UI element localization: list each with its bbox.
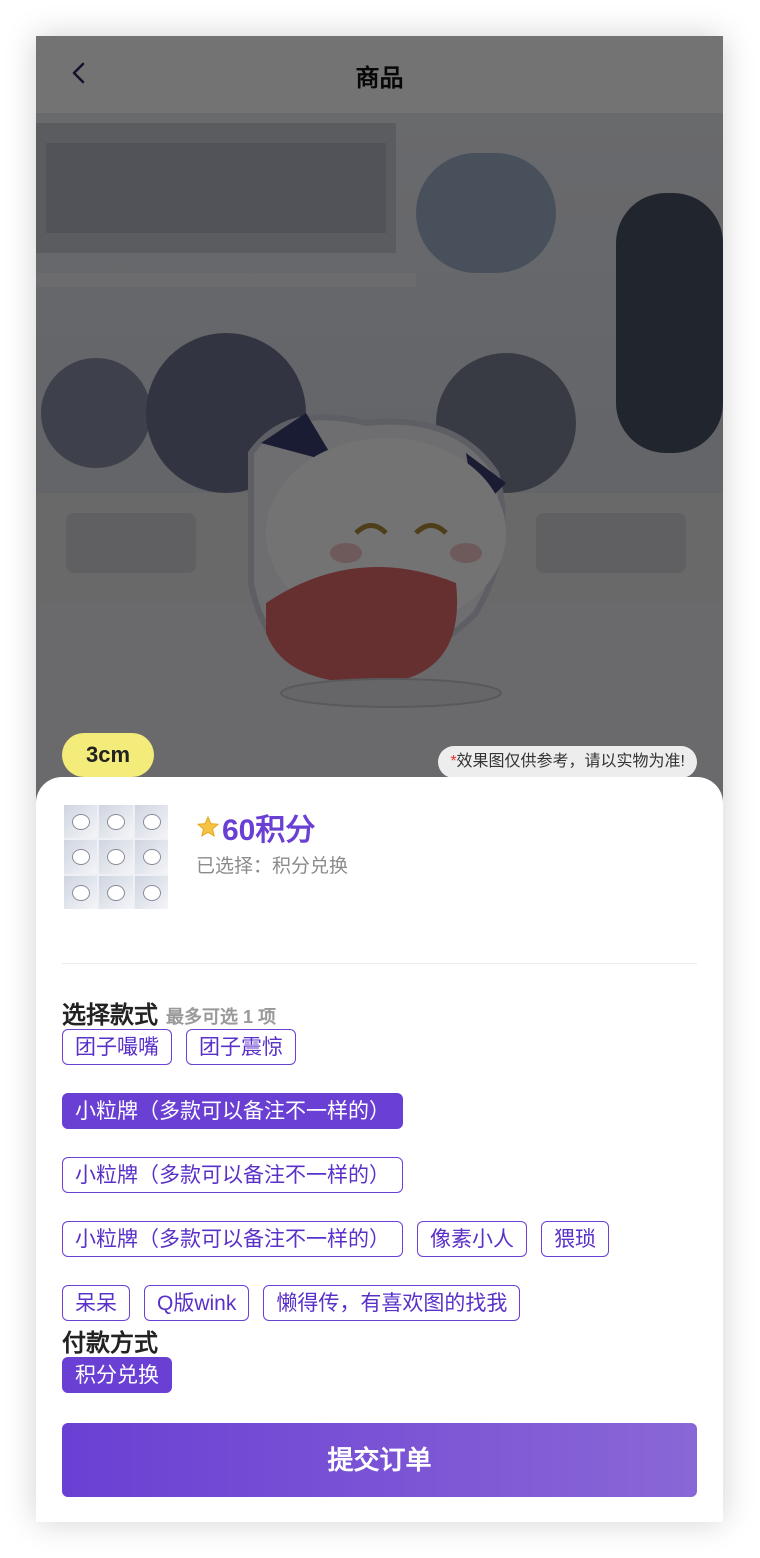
style-option[interactable]: Q版wink	[144, 1285, 250, 1321]
phone-screen: 商品 3cm *效果图仅	[36, 36, 723, 1522]
points-star-icon	[196, 815, 220, 839]
style-option[interactable]: 小粒牌（多款可以备注不一样的）	[62, 1221, 403, 1257]
style-section-title: 选择款式 最多可选 1 项	[62, 995, 276, 1030]
product-thumbnail	[64, 805, 168, 909]
style-option[interactable]: 团子震惊	[186, 1029, 296, 1065]
reference-note: *效果图仅供参考，请以实物为准!	[438, 746, 697, 778]
submit-order-button[interactable]: 提交订单	[62, 1423, 697, 1497]
style-options: 团子嘬嘴 团子震惊 小粒牌（多款可以备注不一样的） 小粒牌（多款可以备注不一样的…	[62, 1029, 702, 1321]
price-value: 60积分	[222, 814, 316, 847]
note-text: 效果图仅供参考，请以实物为准!	[456, 753, 685, 770]
style-title-text: 选择款式	[62, 1002, 158, 1029]
selected-summary: 已选择：积分兑换	[196, 856, 349, 877]
style-option[interactable]: 懒得传，有喜欢图的找我	[263, 1285, 521, 1321]
style-option-selected[interactable]: 小粒牌（多款可以备注不一样的）	[62, 1093, 403, 1129]
payment-section-title: 付款方式	[62, 1330, 158, 1357]
style-option[interactable]: 团子嘬嘴	[62, 1029, 172, 1065]
price-row: 60积分	[196, 807, 315, 847]
order-bottom-sheet: 60积分 已选择：积分兑换 选择款式 最多可选 1 项 团子嘬嘴 团子震惊 小粒牌…	[36, 777, 723, 1522]
style-option[interactable]: 像素小人	[417, 1221, 527, 1257]
payment-option-points[interactable]: 积分兑换	[62, 1357, 172, 1393]
size-badge: 3cm	[62, 733, 154, 777]
style-limit-hint: 最多可选 1 项	[166, 1007, 277, 1027]
style-option[interactable]: 小粒牌（多款可以备注不一样的）	[62, 1157, 403, 1193]
style-option[interactable]: 呆呆	[62, 1285, 130, 1321]
divider	[62, 963, 697, 964]
style-option[interactable]: 猥琐	[541, 1221, 609, 1257]
